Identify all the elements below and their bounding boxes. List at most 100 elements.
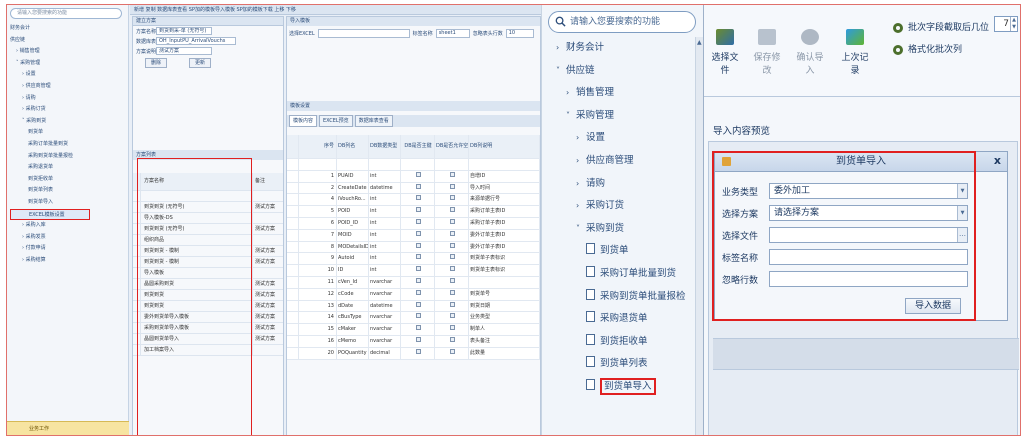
scheme-name-input[interactable]: 到货到采-单 (无符号): [156, 27, 212, 35]
filter-cell[interactable]: [401, 159, 435, 170]
checkbox[interactable]: [415, 218, 421, 224]
checkbox[interactable]: [449, 301, 455, 307]
filter-cell[interactable]: [369, 159, 401, 170]
cell-null[interactable]: [435, 347, 469, 359]
cell-pk[interactable]: [401, 229, 435, 241]
cell-null[interactable]: [435, 229, 469, 241]
stepper-arrows-icon[interactable]: ▲ ▼: [1010, 17, 1017, 31]
mini-tree-item[interactable]: › 采购发票: [10, 232, 126, 244]
confirm-import-button[interactable]: 确认导入: [793, 29, 827, 76]
cell-null[interactable]: [435, 217, 469, 229]
checkbox[interactable]: [415, 289, 421, 295]
nav-scrollbar[interactable]: ▲: [695, 37, 703, 435]
checkbox[interactable]: [449, 218, 455, 224]
checkbox[interactable]: [415, 230, 421, 236]
mini-tree-item[interactable]: › 采购订货: [10, 104, 126, 116]
chevron-right-icon[interactable]: ›: [556, 37, 566, 60]
chevron-right-icon[interactable]: ›: [566, 82, 576, 105]
table-row[interactable]: 11 cVen_Id nvarchar: [287, 276, 540, 289]
checkbox[interactable]: [415, 348, 421, 354]
table-row[interactable]: 15 cMaker nvarchar 制单人: [287, 324, 540, 336]
checkbox[interactable]: [449, 266, 455, 272]
cell-null[interactable]: [435, 288, 469, 300]
nav-item-15[interactable]: 到货单导入: [542, 376, 696, 399]
checkbox[interactable]: [415, 277, 421, 283]
cell-null[interactable]: [435, 170, 469, 182]
close-icon[interactable]: x: [994, 154, 1001, 167]
filter-cell[interactable]: [435, 159, 469, 170]
cell-pk[interactable]: [401, 194, 435, 206]
nav-item-14[interactable]: 到货单列表: [542, 353, 696, 376]
table-row[interactable]: 8 MODetailsID int 委外订单子表ID: [287, 241, 540, 254]
chevron-right-icon[interactable]: ›: [576, 127, 586, 150]
cell-null[interactable]: [435, 194, 469, 206]
tab-2[interactable]: 数据库表查看: [354, 115, 393, 127]
chevron-down-icon[interactable]: ˅: [566, 105, 576, 128]
mini-tree-item[interactable]: 采购到货单批量报检: [10, 151, 126, 163]
cell-null[interactable]: [435, 335, 469, 347]
cell-pk[interactable]: [401, 253, 435, 265]
checkbox[interactable]: [449, 325, 455, 331]
cell-pk[interactable]: [401, 170, 435, 182]
mini-tree-item[interactable]: 到货单: [10, 127, 126, 139]
scroll-up-icon[interactable]: ▲: [697, 39, 702, 46]
checkbox[interactable]: [449, 348, 455, 354]
table-row[interactable]: 1 PUAID int 自增ID: [287, 170, 540, 183]
nav-item-6[interactable]: › 请购: [542, 173, 696, 196]
cell-pk[interactable]: [401, 265, 435, 276]
checkbox[interactable]: [449, 254, 455, 260]
checkbox[interactable]: [449, 313, 455, 319]
nav-item-2[interactable]: › 销售管理: [542, 82, 696, 105]
table-row[interactable]: 6 POID_ID int 采购订单子表ID: [287, 217, 540, 230]
checkbox[interactable]: [449, 183, 455, 189]
table-row[interactable]: 20 POQuantity decimal 此数量: [287, 347, 540, 360]
nav-item-4[interactable]: › 设置: [542, 127, 696, 150]
cell-null[interactable]: [435, 241, 469, 253]
mini-tree-item[interactable]: › 请购: [10, 93, 126, 105]
cell-pk[interactable]: [401, 324, 435, 335]
checkbox[interactable]: [415, 313, 421, 319]
tab-1[interactable]: EXCEL预览: [319, 115, 353, 127]
cell-pk[interactable]: [401, 312, 435, 324]
cell-null[interactable]: [435, 312, 469, 324]
last-record-button[interactable]: 上次记录: [838, 29, 872, 76]
chevron-right-icon[interactable]: ›: [576, 173, 586, 196]
nav-item-7[interactable]: › 采购订货: [542, 195, 696, 218]
checkbox[interactable]: [449, 171, 455, 177]
sheet-input[interactable]: sheet1: [435, 28, 470, 38]
cell-pk[interactable]: [401, 241, 435, 253]
filter-row[interactable]: [287, 159, 540, 171]
chevron-right-icon[interactable]: ›: [576, 195, 586, 218]
format-batch-button[interactable]: 格式化批次列: [893, 39, 989, 61]
cell-pk[interactable]: [401, 276, 435, 288]
checkbox[interactable]: [415, 207, 421, 213]
nav-item-8[interactable]: ˅ 采购到货: [542, 218, 696, 241]
table-row[interactable]: 4 iVouchRo... int 来源单据行号: [287, 194, 540, 207]
cell-pk[interactable]: [401, 182, 435, 194]
table-row[interactable]: 7 MOID int 委外订单主表ID: [287, 229, 540, 242]
filter-cell[interactable]: [287, 159, 299, 170]
mini-tree-item[interactable]: EXCEL模板设置: [10, 208, 90, 221]
save-changes-button[interactable]: 保存修改: [750, 29, 784, 76]
checkbox[interactable]: [449, 207, 455, 213]
checkbox[interactable]: [415, 325, 421, 331]
table-row[interactable]: 14 cBusType nvarchar 业务类型: [287, 312, 540, 325]
table-row[interactable]: 10 ID int 到货单主表标识: [287, 265, 540, 277]
mini-tree-item[interactable]: › 付款申请: [10, 243, 126, 255]
cell-null[interactable]: [435, 206, 469, 217]
mini-tree-item[interactable]: › 设置: [10, 69, 126, 81]
checkbox[interactable]: [449, 336, 455, 342]
cell-null[interactable]: [435, 265, 469, 276]
cell-pk[interactable]: [401, 335, 435, 347]
checkbox[interactable]: [415, 183, 421, 189]
skip-rows-input[interactable]: 10: [505, 28, 534, 38]
filter-cell[interactable]: [337, 159, 369, 170]
checkbox[interactable]: [449, 195, 455, 201]
mini-tree-item[interactable]: 到货单导入: [10, 197, 126, 209]
mini-tree-item[interactable]: 采购订单批量到货: [10, 139, 126, 151]
checkbox[interactable]: [415, 171, 421, 177]
chevron-down-icon[interactable]: ˅: [576, 218, 586, 241]
function-search-input[interactable]: 请输入您要搜索的功能: [548, 11, 696, 33]
mini-tree-item[interactable]: › 销售管理: [10, 46, 126, 58]
checkbox[interactable]: [449, 242, 455, 248]
